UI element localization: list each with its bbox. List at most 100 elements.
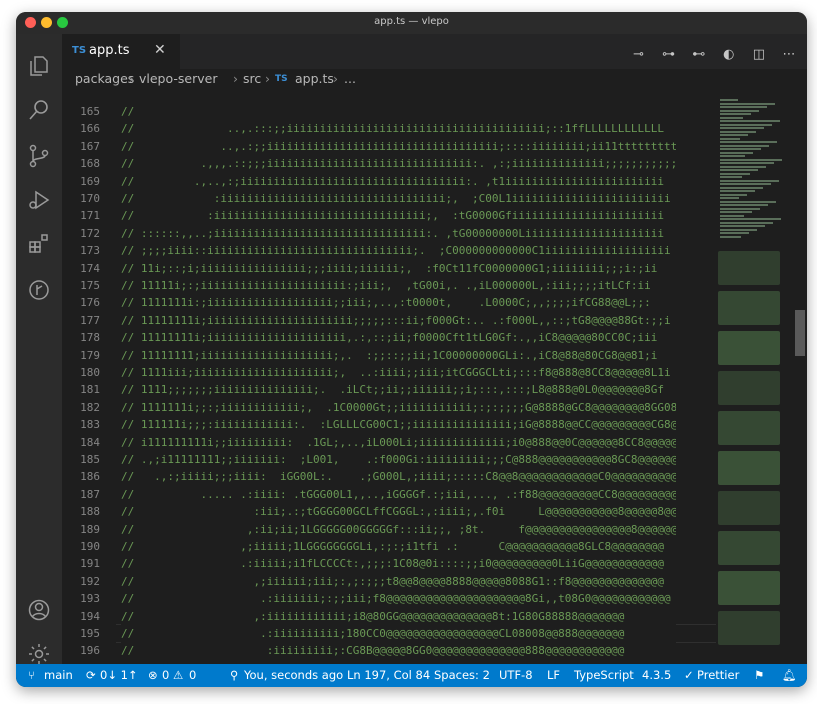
minimap-line [720, 151, 753, 154]
code-line[interactable]: // 11111i;:;iiiiiiiiiiiiiiiiiiiiii:;iii;… [121, 279, 651, 292]
code-line[interactable]: // [121, 105, 134, 118]
warning-count[interactable]: 0 [189, 668, 196, 682]
code-line[interactable]: // 1111;;;;;;;iiiiiiiiiiiiiii;. .iLCt;;i… [121, 383, 664, 396]
git-branch[interactable]: main [44, 668, 73, 682]
minimap-line [720, 172, 750, 175]
code-line[interactable]: // .:iiiiiii;:;;iii;f8@@@@@@@@@@@@@@@@@@… [121, 592, 671, 605]
code-line[interactable]: // :iiiiiiiiiiiiiiiiiiiiiiiiiiiiiiii;, :… [121, 209, 664, 222]
code-line[interactable]: // ,:ii;ii;1LGGGGG00GGGGGf:::ii;;, ;8t. … [121, 523, 676, 536]
more-actions-icon[interactable]: ⋯ [781, 47, 797, 62]
line-number: 195 [80, 627, 100, 640]
minimap-line [720, 155, 745, 157]
breadcrumb-src[interactable]: src [243, 71, 261, 86]
line-number: 171 [80, 209, 100, 223]
minimap-line [720, 158, 782, 161]
line-number: 175 [80, 279, 100, 292]
code-line[interactable]: // ::::::,,..;iiiiiiiiiiiiiiiiiiiiiiiiii… [121, 227, 664, 240]
minimap-block [718, 451, 780, 485]
minimap-block [718, 331, 780, 365]
indentation[interactable]: Spaces: 2 [434, 668, 490, 682]
code-line[interactable]: // .:iiiiiiiiii;180CC0@@@@@@@@@@@@@@@@@C… [121, 627, 624, 640]
code-line[interactable]: // :iii;.:;tGGGG00GCLffCGGGL:,:iiii;,.f0… [121, 505, 676, 518]
breadcrumb: packages › vlepo-server › src › TS app.t… [62, 69, 807, 91]
sync-icon: ⟳ [86, 668, 96, 682]
git-graph-action-icon[interactable]: ◐ [721, 47, 737, 62]
branch-icon: ⑂ [28, 668, 35, 682]
code-line[interactable]: // .,:;iiiii;;;iiii: iGG00L:. .;G000L,;i… [121, 470, 676, 483]
code-line[interactable]: // 11111111i;iiiiiiiiiiiiiiiiiiiiii;;;;;… [121, 314, 671, 327]
minimap-block [718, 411, 780, 445]
code-line[interactable]: // :iiiiiiiiiiiiiiiiiiiiiiiiiiiiiiiiii;,… [121, 192, 671, 205]
code-line[interactable]: // 1111111i:;iiiiiiiiiiiiiiiiiii;;iii;,.… [121, 296, 651, 309]
line-number: 165 [80, 105, 100, 118]
minimap-block [718, 491, 780, 525]
code-line[interactable]: // ;;;;iiii::iiiiiiiiiiiiiiiiiiiiiiiiiii… [121, 244, 671, 257]
code-line[interactable]: // 111111i;;;:iiiiiiiiiiii:. :LGLLLCG00C… [121, 418, 676, 431]
line-number: 196 [80, 644, 100, 658]
minimap-line [720, 134, 748, 136]
breadcrumb-symbols[interactable]: ... [344, 71, 356, 86]
split-editor-icon[interactable]: ◫ [751, 47, 767, 62]
minimap-line [720, 214, 744, 217]
vertical-scrollbar[interactable] [795, 310, 805, 356]
code-line[interactable]: // 1111iii;iiiiiiiiiiiiiiiiiiiii;, ..:ii… [121, 366, 671, 379]
extensions-icon[interactable] [27, 232, 51, 256]
breadcrumb-app-ts[interactable]: app.ts [295, 71, 334, 86]
previous-change-icon[interactable]: ⊶ [661, 47, 677, 62]
tab-app-ts[interactable]: TS app.ts ✕ [62, 34, 180, 69]
next-change-icon[interactable]: ⊷ [691, 47, 707, 62]
code-line[interactable]: // ..... .:iiii: .tGGG00L1,,..,iGGGGf.:;… [121, 488, 676, 501]
chevron-right-icon: › [129, 71, 134, 86]
code-line[interactable]: // .,,,.::;;;iiiiiiiiiiiiiiiiiiiiiiiiiii… [121, 157, 676, 170]
sync-status[interactable]: 0↓ 1↑ [100, 668, 138, 682]
timeline-open-changes-icon[interactable]: ⊸ [631, 47, 647, 62]
code-line[interactable]: // :iiiiiiiii;:CG8B@@@@@8GG0@@@@@@@@@@@@… [121, 644, 624, 657]
chevron-right-icon: › [233, 71, 238, 86]
code-area[interactable]: //// ..,.:::;;iiiiiiiiiiiiiiiiiiiiiiiiii… [121, 91, 676, 664]
close-tab-icon[interactable]: ✕ [154, 42, 166, 58]
breadcrumb-packages[interactable]: packages [75, 71, 134, 86]
git-graph-icon[interactable] [27, 278, 51, 302]
code-line[interactable]: // ,:iiiiiiiiiiii;i8@80GG@@@@@@@@@@@@@@8… [121, 610, 624, 623]
code-line[interactable]: // i111111111i;;iiiiiiiii: .1GL;,..,iL00… [121, 436, 676, 449]
encoding[interactable]: UTF-8 [499, 668, 533, 682]
end-of-line[interactable]: LF [547, 668, 560, 682]
run-debug-icon[interactable] [27, 188, 51, 212]
minimap-line [720, 204, 768, 206]
settings-gear-icon[interactable] [27, 642, 51, 666]
minimap-line [720, 193, 747, 196]
minimap-line [720, 179, 779, 182]
error-count[interactable]: 0 [162, 668, 169, 682]
code-line[interactable]: // ..,.:::;;iiiiiiiiiiiiiiiiiiiiiiiiiiii… [121, 122, 664, 135]
code-line[interactable]: // 11111111;iiiiiiiiiiiiiiiiiiii;,. :;;:… [121, 349, 657, 362]
prettier-status[interactable]: Prettier [697, 668, 739, 682]
language-mode[interactable]: TypeScript [574, 668, 634, 682]
git-blame[interactable]: You, seconds ago [244, 668, 343, 682]
code-line[interactable]: // .,;i11111111;;iiiiiii: ;L001, .:f000G… [121, 453, 676, 466]
tab-bar: TS app.ts ✕ ⊸ ⊶ ⊷ ◐ ◫ ⋯ [62, 34, 807, 69]
code-line[interactable]: // 1111111i;;:;iiiiiiiiiiii;, .1C0000Gt;… [121, 401, 676, 414]
typescript-version[interactable]: 4.3.5 [642, 668, 671, 682]
line-number: 183 [80, 418, 100, 432]
search-icon[interactable] [27, 98, 51, 122]
code-line[interactable]: // ,;iiiii;1LGGGGGGGGLi,:;:;i1tfi .: C@@… [121, 540, 664, 553]
explorer-icon[interactable] [27, 54, 51, 78]
account-icon[interactable] [27, 598, 51, 622]
check-icon: ✓ [684, 668, 694, 682]
code-line[interactable]: // .,..,:;iiiiiiiiiiiiiiiiiiiiiiiiiiiiii… [121, 175, 664, 188]
code-line[interactable]: // 11i;::;i;iiiiiiiiiiiiiiii;;;iiii;iiii… [121, 262, 657, 275]
feedback-icon[interactable]: ⚑ [754, 668, 764, 682]
code-line[interactable]: // .:iiiii;i1fLCCCCt:,;;;:1C08@0i::::;;i… [121, 557, 664, 570]
code-line[interactable]: // ,;iiiiii;iii;:,;:;;;t8@@8@@@@8888@@@@… [121, 575, 664, 588]
breadcrumb-vlepo-server[interactable]: vlepo-server [139, 71, 217, 86]
notifications-bell-icon[interactable]: 🔔︎ [782, 668, 797, 682]
source-control-icon[interactable] [27, 144, 51, 168]
code-line[interactable]: // ..,.:;;iiiiiiiiiiiiiiiiiiiiiiiiiiiiii… [121, 140, 676, 153]
minimap[interactable] [716, 91, 796, 664]
activity-bar [16, 34, 62, 664]
line-number: 185 [80, 453, 100, 466]
minimap-line [720, 176, 742, 178]
code-line[interactable]: // 11111111i;iiiiiiiiiiiiiiiiiiiii,.:,::… [121, 331, 657, 344]
cursor-position[interactable]: Ln 197, Col 84 [347, 668, 430, 682]
minimap-line [720, 102, 775, 105]
